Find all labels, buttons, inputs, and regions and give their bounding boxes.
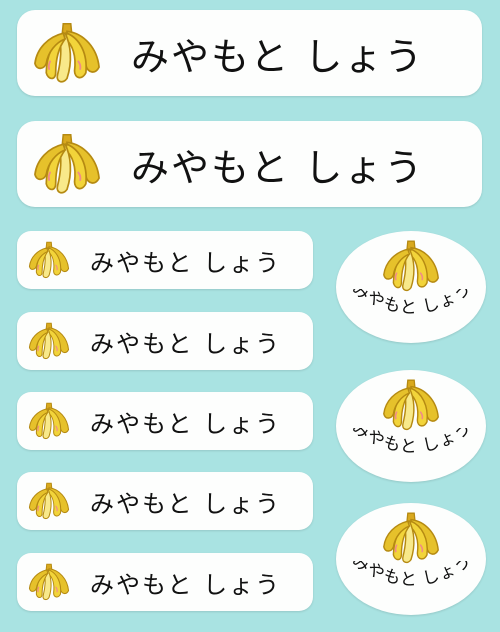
large-name-label: みやもと しょう	[17, 10, 482, 96]
banana-bunch-icon	[33, 133, 101, 194]
svg-text:みやもと しょう: みやもと しょう	[350, 428, 474, 457]
oval-name-label: みやもと しょう	[336, 231, 486, 343]
name-text: みやもと しょう	[131, 34, 425, 79]
oval-name-label: みやもと しょう	[336, 370, 486, 482]
banana-bunch-icon	[28, 563, 70, 601]
name-text: みやもと しょう	[90, 489, 282, 518]
small-name-label: みやもと しょう	[17, 553, 313, 611]
curved-name-text: みやもと しょう	[350, 561, 474, 590]
svg-text:みやもと しょう: みやもと しょう	[350, 561, 474, 590]
name-text: みやもと しょう	[350, 428, 474, 457]
banana-bunch-icon	[33, 22, 101, 83]
name-text: みやもと しょう	[90, 248, 282, 277]
name-text: みやもと しょう	[350, 289, 474, 318]
name-text: みやもと しょう	[90, 409, 282, 438]
banana-bunch-icon	[28, 241, 70, 279]
oval-name-label: みやもと しょう	[336, 503, 486, 615]
banana-bunch-icon	[28, 482, 70, 520]
banana-bunch-icon	[28, 402, 70, 440]
banana-bunch-icon	[382, 512, 440, 564]
banana-bunch-icon	[382, 240, 440, 292]
large-name-label: みやもと しょう	[17, 121, 482, 207]
name-text: みやもと しょう	[350, 561, 474, 590]
curved-name-text: みやもと しょう	[350, 289, 474, 318]
small-name-label: みやもと しょう	[17, 472, 313, 530]
name-text: みやもと しょう	[131, 145, 425, 190]
small-name-label: みやもと しょう	[17, 312, 313, 370]
banana-bunch-icon	[382, 379, 440, 431]
banana-bunch-icon	[28, 322, 70, 360]
curved-name-text: みやもと しょう	[350, 428, 474, 457]
small-name-label: みやもと しょう	[17, 231, 313, 289]
name-text: みやもと しょう	[90, 329, 282, 358]
svg-text:みやもと しょう: みやもと しょう	[350, 289, 474, 318]
name-text: みやもと しょう	[90, 570, 282, 599]
small-name-label: みやもと しょう	[17, 392, 313, 450]
name-label-sheet: みやもと しょう みやもと しょう みやもと しょう みやもと しょう みやもと…	[0, 0, 500, 632]
